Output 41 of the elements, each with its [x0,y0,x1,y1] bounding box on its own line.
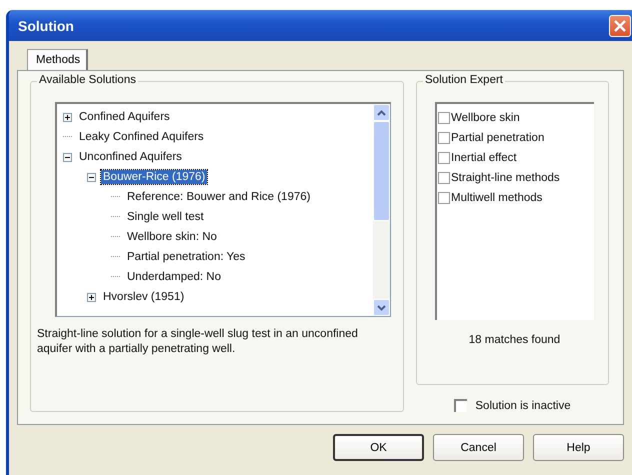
scroll-thumb[interactable] [373,121,390,221]
tree-item[interactable]: Hvorslev (1951) [101,290,186,304]
tree-item[interactable]: Confined Aquifers [77,110,172,124]
tree-item[interactable]: Unconfined Aquifers [77,150,184,164]
group-title: Solution Expert [423,74,505,86]
dialog-button[interactable]: OK [333,434,424,461]
scroll-down-button[interactable] [373,299,390,316]
option-label[interactable]: Straight-line methods [451,172,560,184]
tree-item[interactable]: Bouwer-Rice (1976) [101,170,208,184]
tab[interactable]: Methods [27,49,88,70]
checkbox[interactable] [438,192,450,204]
expander-box[interactable] [63,152,72,162]
chevron-up-icon [377,110,386,116]
tree-item[interactable]: Single well test [125,210,206,224]
close-icon [613,18,627,32]
window-title: Solution [18,18,74,34]
description-text: Straight-line solution for a single-well slug test in an unconfined aquifer with a partially penetrating well. [37,327,359,357]
expander-box[interactable] [63,112,72,122]
chevron-down-icon [377,304,386,310]
tree-item[interactable]: Partial penetration: Yes [125,250,248,264]
tree-item[interactable]: Reference: Bouwer and Rice (1976) [125,190,312,204]
expander-box[interactable] [87,292,96,302]
group-title: Available Solutions [37,74,138,86]
tree-item[interactable]: Leaky Confined Aquifers [77,130,206,144]
dialog-button[interactable]: Help [533,434,624,461]
scroll-up-button[interactable] [373,104,390,121]
option-label[interactable]: Wellbore skin [451,112,520,124]
checkbox[interactable] [438,152,450,164]
tree-item[interactable]: Wellbore skin: No [125,230,219,244]
option-label[interactable]: Partial penetration [451,132,544,144]
option-label[interactable]: Multiwell methods [451,192,542,204]
match-count: 18 matches found [468,334,562,346]
scrollbar[interactable] [373,104,390,316]
tree-item[interactable]: Underdamped: No [125,270,223,284]
close-button[interactable] [609,14,631,36]
option-label[interactable]: Inertial effect [451,152,517,164]
checkbox[interactable] [438,132,450,144]
expander-box[interactable] [87,172,96,182]
checkbox[interactable] [438,172,450,184]
checkbox[interactable] [438,112,450,124]
dialog-button[interactable]: Cancel [433,434,524,461]
